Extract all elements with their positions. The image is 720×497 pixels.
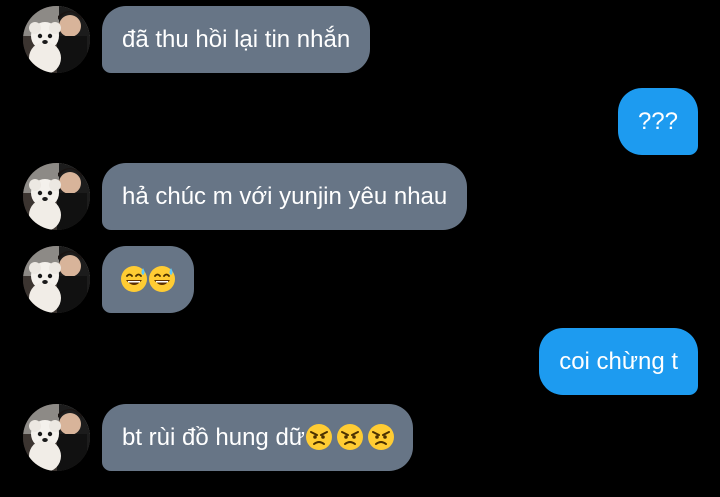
outgoing-message-bubble[interactable]: coi chừng t bbox=[539, 328, 698, 395]
message-text: hả chúc m với yunjin yêu nhau bbox=[122, 183, 448, 210]
sender-avatar[interactable] bbox=[23, 6, 90, 73]
grinning-sweat-emoji-icon bbox=[148, 264, 176, 293]
incoming-message-bubble[interactable]: đã thu hồi lại tin nhắn bbox=[102, 6, 371, 73]
outgoing-message-bubble[interactable]: ??? bbox=[617, 88, 698, 155]
angry-face-emoji-icon bbox=[304, 422, 333, 451]
incoming-emoji-bubble[interactable] bbox=[102, 246, 194, 313]
user-photo-with-white-dog-avatar bbox=[23, 404, 90, 471]
incoming-message-bubble[interactable]: hả chúc m với yunjin yêu nhau bbox=[102, 163, 468, 230]
user-photo-with-white-dog-avatar bbox=[23, 163, 90, 230]
message-text: bt rùi đồ hung dữ bbox=[122, 424, 305, 451]
angry-face-emoji-icon bbox=[366, 422, 395, 451]
message-text: ??? bbox=[637, 108, 678, 135]
user-photo-with-white-dog-avatar bbox=[23, 6, 90, 73]
sender-avatar[interactable] bbox=[23, 163, 90, 230]
angry-face-emoji-icon bbox=[335, 422, 364, 451]
grinning-sweat-emoji-icon bbox=[120, 264, 148, 293]
sender-avatar[interactable] bbox=[23, 404, 90, 471]
message-text: coi chừng t bbox=[559, 348, 678, 375]
message-text: đã thu hồi lại tin nhắn bbox=[122, 26, 351, 53]
incoming-message-bubble[interactable]: bt rùi đồ hung dữ bbox=[102, 404, 413, 471]
user-photo-with-white-dog-avatar bbox=[23, 246, 90, 313]
sender-avatar[interactable] bbox=[23, 246, 90, 313]
